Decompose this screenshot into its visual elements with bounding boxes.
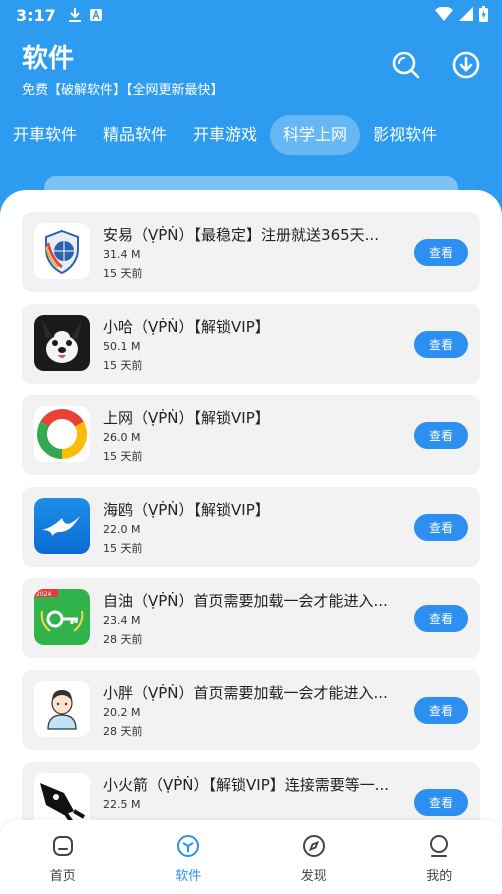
nav-mine-label: 我的 <box>426 869 453 884</box>
app-updated-time: 28 天前 <box>103 633 143 647</box>
download-icon <box>452 51 480 79</box>
app-card[interactable]: 安易（ṾṖṄ）【最稳定】注册就送365天... 31.4 M 15 天前 查看 <box>22 212 480 292</box>
app-updated-time: 15 天前 <box>103 358 143 372</box>
page-subtitle: 免费【破解软件】【全网更新最快】 <box>22 83 224 98</box>
app-updated-time: 15 天前 <box>103 267 143 280</box>
view-button[interactable]: 查看 <box>414 788 468 816</box>
content-sheet: 安易（ṾṖṄ）【最稳定】注册就送365天... 31.4 M 15 天前 查看 … <box>0 190 502 894</box>
category-tabs: 开車软件 精品软件 开車游戏 科学上网 影视软件 <box>0 114 502 156</box>
status-bar: 3:17 <box>0 0 502 30</box>
app-status-icon <box>89 9 102 21</box>
search-icon <box>392 51 420 79</box>
app-size: 26.0 M <box>103 431 141 445</box>
nav-mine[interactable]: 我的 <box>377 820 502 894</box>
app-name: 小胖（ṾṖṄ）首页需要加载一会才能进入... <box>103 683 388 702</box>
view-button[interactable]: 查看 <box>414 696 468 724</box>
app-size: 50.1 M <box>103 339 141 353</box>
cube-icon <box>177 835 200 857</box>
user-icon <box>430 835 449 857</box>
app-updated-time: 15 天前 <box>103 450 143 464</box>
icon-badge-text: 2024 <box>36 591 51 598</box>
compass-icon <box>302 835 325 857</box>
nav-software[interactable]: 软件 <box>126 820 252 894</box>
shield-globe-icon <box>34 223 90 279</box>
chrome-ring-icon <box>34 406 90 463</box>
view-button[interactable]: 查看 <box>414 605 468 633</box>
app-size: 31.4 M <box>103 248 141 261</box>
app-size: 23.4 M <box>103 614 141 628</box>
app-card[interactable]: 小哈（ṾṖṄ）【解锁VIP】 50.1 M 15 天前 查看 <box>22 303 480 384</box>
signal-icon <box>459 7 473 21</box>
download-status-icon <box>68 8 81 22</box>
tab-video-software[interactable]: 影视软件 <box>360 115 450 155</box>
nav-software-label: 软件 <box>175 869 202 884</box>
app-name: 小火箭（ṾṖṄ）【解锁VIP】连接需要等一... <box>103 775 390 794</box>
app-size: 22.0 M <box>103 522 141 536</box>
home-icon <box>52 836 73 856</box>
app-name: 海鸥（ṾṖṄ）【解锁VIP】 <box>103 500 270 519</box>
app-card[interactable]: 上网（ṾṖṄ）【解锁VIP】 26.0 M 15 天前 查看 <box>22 395 480 476</box>
status-time: 3:17 <box>16 5 56 25</box>
app-updated-time: 15 天前 <box>103 541 143 555</box>
key-laurel-icon: 2024 <box>34 589 90 646</box>
wifi-icon <box>435 7 453 21</box>
page-title: 软件 <box>22 44 75 74</box>
bottom-navigation: 首页 软件 发现 我的 <box>0 820 502 894</box>
nav-discover[interactable]: 发现 <box>251 820 377 894</box>
view-button[interactable]: 查看 <box>414 513 468 541</box>
tab-premium-software[interactable]: 精品软件 <box>90 115 180 155</box>
nav-home-label: 首页 <box>49 869 76 884</box>
boy-avatar-icon <box>34 680 90 737</box>
view-button[interactable]: 查看 <box>414 330 468 358</box>
nav-discover-label: 发现 <box>300 869 327 884</box>
battery-icon <box>479 6 488 22</box>
view-button[interactable]: 查看 <box>414 422 468 450</box>
app-size: 22.5 M <box>103 797 141 811</box>
husky-icon <box>34 314 90 371</box>
app-card[interactable]: 2024 自油（ṾṖṄ）首页需要加载一会才能进入... 23.4 M 28 天前… <box>22 578 480 659</box>
nav-home[interactable]: 首页 <box>0 820 126 894</box>
seagull-icon <box>34 497 90 554</box>
tab-kaiche-software[interactable]: 开車软件 <box>0 115 90 155</box>
app-name: 小哈（ṾṖṄ）【解锁VIP】 <box>103 317 270 336</box>
app-name: 自油（ṾṖṄ）首页需要加载一会才能进入... <box>103 592 388 611</box>
app-size: 20.2 M <box>103 705 141 719</box>
view-button[interactable]: 查看 <box>414 239 468 266</box>
app-updated-time: 28 天前 <box>103 724 143 738</box>
download-button[interactable] <box>449 48 483 82</box>
tab-science-internet[interactable]: 科学上网 <box>270 115 361 155</box>
app-name: 安易（ṾṖṄ）【最稳定】注册就送365天... <box>103 226 379 244</box>
search-button[interactable] <box>389 48 423 82</box>
page-header: 软件 免费【破解软件】【全网更新最快】 <box>22 38 224 98</box>
app-card[interactable]: 小胖（ṾṖṄ）首页需要加载一会才能进入... 20.2 M 28 天前 查看 <box>22 669 480 750</box>
app-list: 安易（ṾṖṄ）【最稳定】注册就送365天... 31.4 M 15 天前 查看 … <box>22 212 480 853</box>
app-card[interactable]: 海鸥（ṾṖṄ）【解锁VIP】 22.0 M 15 天前 查看 <box>22 486 480 567</box>
tab-kaiche-games[interactable]: 开車游戏 <box>180 115 270 155</box>
app-name: 上网（ṾṖṄ）【解锁VIP】 <box>103 409 270 428</box>
